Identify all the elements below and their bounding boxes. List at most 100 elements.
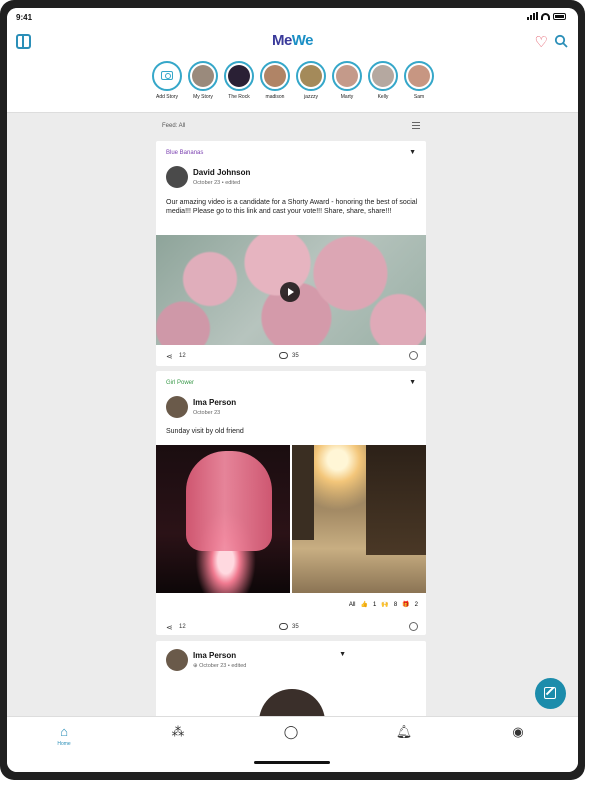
post-author[interactable]: Ima Person October 23 <box>166 396 236 418</box>
app-screen: 9:41 MeWe ♡ Add Story My Story The Rock … <box>7 8 578 772</box>
post-photo[interactable] <box>292 445 426 593</box>
tab-chat[interactable]: ◯ <box>276 725 306 739</box>
share-count: 12 <box>179 624 186 630</box>
post-meta: October 23 <box>193 410 221 416</box>
story-label: jazzzy <box>304 94 318 100</box>
chevron-down-icon[interactable]: ▼ <box>409 379 416 386</box>
emoji-icon[interactable] <box>409 622 418 631</box>
gift-icon: 🎁 <box>402 602 410 608</box>
author-name: David Johnson <box>193 168 251 177</box>
share-icon[interactable]: ⋖ <box>166 623 173 632</box>
avatar <box>228 65 250 87</box>
story-ring <box>224 61 254 91</box>
thumbs-up-icon: 👍 <box>360 602 368 608</box>
story-item[interactable]: jazzzy <box>292 61 330 100</box>
post-meta: October 23 • edited <box>193 180 241 186</box>
avatar <box>166 166 188 188</box>
reaction-count: 1 <box>373 601 377 608</box>
post-card: Blue Bananas ▼ David Johnson October 23 … <box>156 141 426 366</box>
post-author[interactable]: Ima Person ⊕ October 23 • edited <box>166 649 246 671</box>
feed-filter-bar: Feed: All <box>156 115 426 137</box>
post-group-name[interactable]: Blue Bananas <box>166 150 203 156</box>
feed-column: Feed: All Blue Bananas ▼ David Johnson O… <box>156 115 426 741</box>
avatar <box>336 65 358 87</box>
device-frame: 9:41 MeWe ♡ Add Story My Story The Rock … <box>0 0 585 780</box>
avatar <box>408 65 430 87</box>
celebrate-icon: 🙌 <box>381 602 389 608</box>
story-ring <box>296 61 326 91</box>
chevron-down-icon[interactable]: ▼ <box>339 651 346 658</box>
avatar <box>166 649 188 671</box>
home-indicator <box>254 761 330 764</box>
compose-icon <box>544 687 556 699</box>
story-item[interactable]: Kelly <box>364 61 402 100</box>
author-name: Ima Person <box>193 398 237 407</box>
share-count: 12 <box>179 353 186 359</box>
story-ring <box>404 61 434 91</box>
comment-count: 35 <box>292 624 299 630</box>
story-label: Kelly <box>377 94 389 100</box>
story-label: Marty <box>340 94 354 100</box>
bottom-tab-bar: ⌂ Home ⁂ ◯ 🔔︎ ◉ <box>7 716 578 772</box>
avatar <box>166 396 188 418</box>
story-item[interactable]: The Rock <box>220 61 258 100</box>
home-icon: ⌂ <box>60 724 68 739</box>
tab-profile[interactable]: ◉ <box>503 725 533 739</box>
story-label: madison <box>265 94 285 100</box>
play-icon[interactable] <box>280 282 300 302</box>
story-label: The Rock <box>228 94 250 100</box>
compose-button[interactable] <box>535 678 566 709</box>
profile-icon: ◉ <box>512 724 524 739</box>
post-author[interactable]: David Johnson October 23 • edited <box>166 166 250 188</box>
story-ring <box>188 61 218 91</box>
comment-count: 35 <box>292 353 299 359</box>
comment-icon[interactable] <box>279 352 288 359</box>
post-text: Our amazing video is a candidate for a S… <box>166 199 418 215</box>
mewe-logo: MeWe <box>7 32 578 49</box>
camera-icon <box>161 71 173 80</box>
reaction-count: 2 <box>414 601 418 608</box>
signal-icon <box>527 12 538 20</box>
story-item[interactable]: Sam <box>400 61 438 100</box>
post-photo[interactable] <box>156 445 290 593</box>
post-video[interactable] <box>156 235 426 345</box>
story-add[interactable]: Add Story <box>148 61 186 100</box>
chat-icon: ◯ <box>283 724 299 739</box>
post-meta-text: October 23 • edited <box>199 663 247 669</box>
status-time: 9:41 <box>16 13 33 22</box>
story-item[interactable]: Marty <box>328 61 366 100</box>
tab-notifications[interactable]: 🔔︎ <box>389 725 419 739</box>
story-ring <box>152 61 182 91</box>
post-actions: ⋖ 12 35 <box>156 346 426 366</box>
reaction-summary[interactable]: All 👍 1 🙌 8 🎁 2 <box>349 601 418 609</box>
heart-icon[interactable]: ♡ <box>535 33 548 51</box>
post-actions: ⋖ 12 35 <box>156 617 426 637</box>
building-image <box>292 445 314 540</box>
emoji-icon[interactable] <box>409 351 418 360</box>
lantern-image <box>186 451 272 551</box>
post-card: Girl Power ▼ Ima Person October 23 Sunda… <box>156 371 426 635</box>
tab-home[interactable]: ⌂ Home <box>49 724 79 748</box>
filter-icon[interactable] <box>412 122 420 129</box>
comment-icon[interactable] <box>279 623 288 630</box>
story-ring <box>332 61 362 91</box>
logo-we: We <box>291 32 314 49</box>
story-item[interactable]: My Story <box>184 61 222 100</box>
share-icon[interactable]: ⋖ <box>166 352 173 361</box>
chevron-down-icon[interactable]: ▼ <box>409 149 416 156</box>
feed-label[interactable]: Feed: All <box>162 123 185 129</box>
post-meta: ⊕ October 23 • edited <box>193 663 246 669</box>
top-bar: MeWe ♡ <box>7 28 578 56</box>
search-icon[interactable] <box>554 34 568 48</box>
story-ring <box>260 61 290 91</box>
system-indicators <box>527 12 566 20</box>
building-image <box>366 445 426 555</box>
bell-icon: 🔔︎ <box>395 724 413 739</box>
story-ring <box>368 61 398 91</box>
story-label: Sam <box>413 94 425 100</box>
post-group-name[interactable]: Girl Power <box>166 380 194 386</box>
tab-groups[interactable]: ⁂ <box>163 725 193 739</box>
status-bar: 9:41 <box>7 8 578 28</box>
story-item[interactable]: madison <box>256 61 294 100</box>
story-label: Add Story <box>156 94 178 100</box>
